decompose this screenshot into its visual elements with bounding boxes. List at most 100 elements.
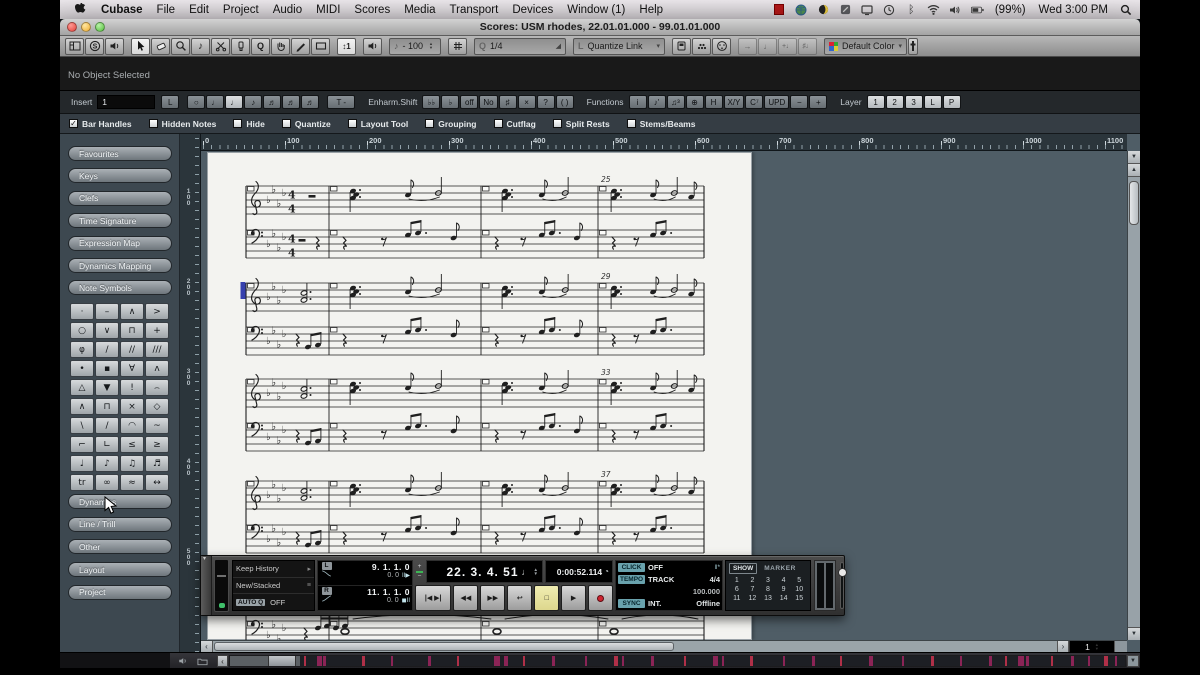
move-to-cursor-button[interactable]: →	[738, 37, 757, 55]
layer-l[interactable]: L	[923, 95, 942, 109]
function-[interactable]: ♫³	[666, 95, 685, 109]
enharm-5[interactable]: ×	[517, 95, 536, 109]
symbol-24[interactable]: \	[70, 417, 94, 434]
tool-erase[interactable]	[151, 37, 170, 55]
note-up-button[interactable]: ♯♩	[798, 37, 817, 55]
symbol-11[interactable]: ///	[145, 341, 169, 358]
time-display[interactable]: 0:00:52.114 ◔	[545, 560, 613, 583]
quantize-link-dropdown[interactable]: L Quantize Link ▾	[573, 37, 665, 55]
symbol-26[interactable]: ◠	[120, 417, 144, 434]
menu-scores[interactable]: Scores	[354, 4, 390, 16]
sidebar-other[interactable]: Other	[68, 539, 172, 555]
apple-menu-icon[interactable]	[74, 3, 88, 17]
symbol-14[interactable]: ∀	[120, 360, 144, 377]
rewind-button[interactable]: ◀◀	[453, 585, 479, 611]
punch-out-icon[interactable]: ◼II	[402, 597, 410, 604]
filter-hide[interactable]: Hide	[233, 119, 265, 129]
note-value-2[interactable]: ♩	[225, 95, 244, 109]
symbol-37[interactable]: ∞	[95, 474, 119, 491]
spotlight-icon[interactable]	[1119, 3, 1132, 16]
marker-1[interactable]: 1	[729, 577, 745, 584]
menu-transport[interactable]: Transport	[450, 4, 499, 16]
tool-quantize[interactable]: Q	[251, 37, 270, 55]
acoustic-feedback-button[interactable]	[105, 37, 124, 55]
enharm-0[interactable]: ♭♭	[422, 95, 441, 109]
symbol-13[interactable]: ▪	[95, 360, 119, 377]
record-button[interactable]	[588, 585, 614, 611]
left-locator-display[interactable]: 9. 1. 1. 0 0. 0 II▶	[335, 562, 410, 584]
symbol-30[interactable]: ≤	[120, 436, 144, 453]
toolbar-slider-button[interactable]	[908, 37, 919, 55]
filter-bar-handles[interactable]: ✓ Bar Handles	[69, 119, 132, 129]
insert-velocity-field[interactable]: ♪ - 100 ▲ ▼	[389, 37, 441, 55]
sidebar-note-symbols[interactable]: Note Symbols	[68, 280, 172, 296]
sidebar-favourites[interactable]: Favourites	[68, 146, 172, 161]
symbol-36[interactable]: tr	[70, 474, 94, 491]
resize-corner[interactable]	[1114, 641, 1127, 652]
function-[interactable]: ♪'	[647, 95, 666, 109]
marker-7[interactable]: 7	[745, 586, 761, 593]
symbol-8[interactable]: φ	[70, 341, 94, 358]
symbol-19[interactable]: ⌢	[145, 379, 169, 396]
ruler-options-button[interactable]: ▼	[1128, 151, 1140, 164]
menu-media[interactable]: Media	[404, 4, 435, 16]
note-length-button[interactable]: ♩	[758, 37, 777, 55]
play-button[interactable]: ▶	[561, 585, 587, 611]
enharm-1[interactable]: ♭	[441, 95, 460, 109]
marker-10[interactable]: 10	[791, 586, 807, 593]
time-machine-icon[interactable]	[883, 3, 896, 16]
master-fader[interactable]	[838, 562, 847, 609]
tool-layout[interactable]	[311, 37, 330, 55]
enharm-4[interactable]: ♯	[498, 95, 517, 109]
snap-button[interactable]	[672, 37, 691, 55]
scroll-left-button[interactable]: ‹	[201, 641, 213, 652]
battery-icon[interactable]	[970, 3, 984, 16]
symbol-33[interactable]: ♪	[95, 455, 119, 472]
project-scroll-thumb[interactable]	[268, 656, 296, 666]
checkbox-split-rests[interactable]	[552, 119, 562, 128]
menu-cubase[interactable]: Cubase	[101, 4, 143, 16]
symbol-31[interactable]: ≥	[145, 436, 169, 453]
speaker-icon[interactable]	[176, 655, 189, 667]
auto-quantize-toggle[interactable]: AUTO Q	[236, 598, 266, 606]
function-i[interactable]: i	[628, 95, 647, 109]
sidebar-expression-map[interactable]: Expression Map	[68, 235, 172, 251]
color-dropdown[interactable]: Default Color ▾	[824, 37, 908, 55]
project-overview-track[interactable]	[229, 655, 1126, 667]
symbol-28[interactable]: ⌐	[70, 436, 94, 453]
symbol-1[interactable]: –	[95, 303, 119, 320]
checkbox-grouping[interactable]	[425, 119, 435, 128]
function-c[interactable]: C⁷	[745, 95, 764, 109]
filter-hidden-notes[interactable]: Hidden Notes	[148, 119, 216, 129]
marker-13[interactable]: 13	[760, 595, 776, 602]
symbol-39[interactable]: ↔	[145, 474, 169, 491]
symbol-38[interactable]: ≈	[120, 474, 144, 491]
marker-6[interactable]: 6	[729, 586, 745, 593]
tuplet-button[interactable]: T -	[327, 95, 356, 109]
sidebar-dynamics[interactable]: Dynamics	[68, 494, 172, 509]
sidebar-keys[interactable]: Keys	[68, 168, 172, 184]
symbol-22[interactable]: ×	[120, 398, 144, 415]
layer-2[interactable]: 2	[885, 95, 904, 109]
automation-write-menu[interactable]: New/Stacked ≡	[233, 578, 314, 595]
click-toggle[interactable]: CLICK	[618, 563, 645, 573]
function-[interactable]: +	[809, 95, 828, 109]
filter-cutflag[interactable]: Cutflag	[493, 119, 536, 129]
note-value-3[interactable]: ♪	[244, 95, 263, 109]
checkbox-hide[interactable]	[233, 119, 243, 128]
position-spinner[interactable]: ▲ ▼	[534, 567, 538, 576]
show-markers-button[interactable]: SHOW	[729, 563, 758, 574]
menubar-clock[interactable]: Wed 3:00 PM	[1039, 4, 1108, 16]
symbol-9[interactable]: /	[95, 341, 119, 358]
display-icon[interactable]	[861, 3, 874, 16]
layer-p[interactable]: P	[942, 95, 961, 109]
punch-in-icon[interactable]: II▶	[402, 572, 410, 579]
symbol-2[interactable]: ∧	[120, 303, 144, 320]
symbol-3[interactable]: >	[145, 303, 169, 320]
symbol-10[interactable]: //	[120, 341, 144, 358]
sidebar-clefs[interactable]: Clefs	[68, 190, 172, 206]
horizontal-scrollbar[interactable]: ‹ › 1 ▲ ▼	[201, 640, 1127, 652]
tool-split[interactable]	[211, 37, 230, 55]
wifi-icon[interactable]	[927, 3, 940, 16]
l-button[interactable]: L	[161, 95, 180, 109]
